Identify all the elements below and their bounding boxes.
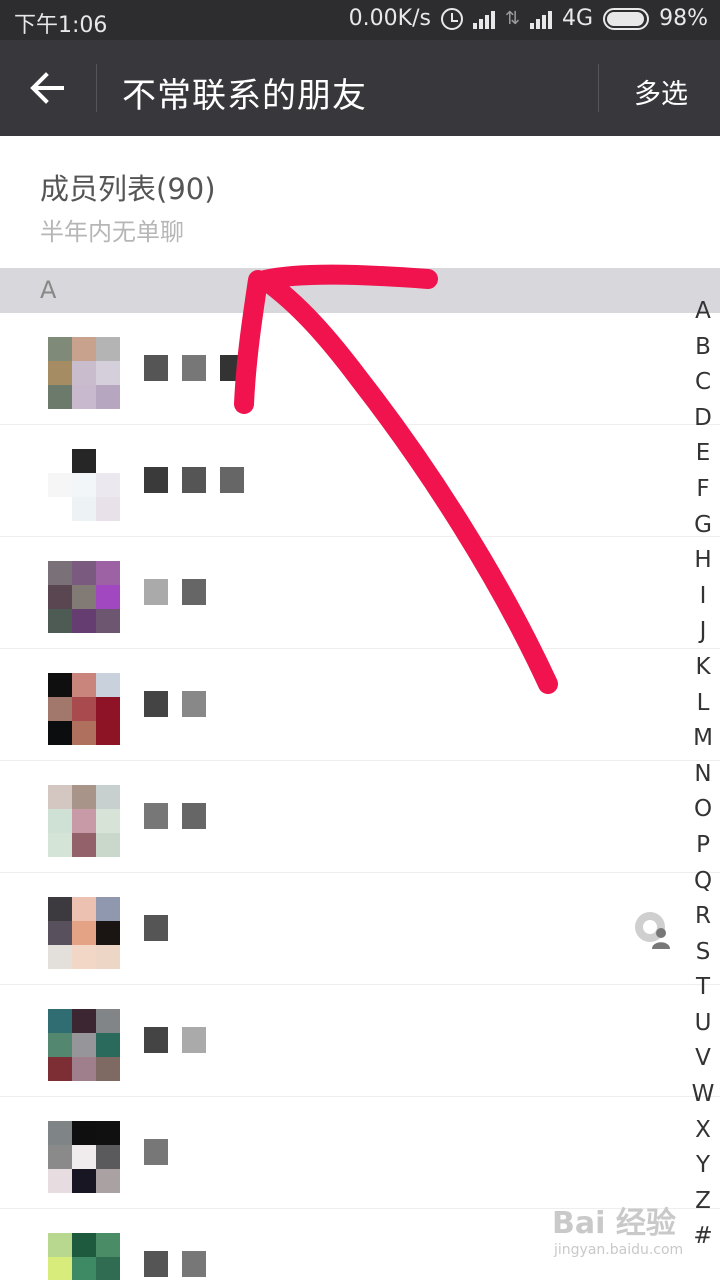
- section-header: A: [0, 268, 720, 313]
- contact-name-redacted: [144, 803, 206, 829]
- battery-percent: 98%: [659, 6, 708, 31]
- avatar: [48, 1233, 120, 1280]
- index-letter[interactable]: G: [686, 508, 720, 544]
- avatar: [48, 561, 120, 633]
- index-letter[interactable]: U: [686, 1006, 720, 1042]
- alarm-icon: [440, 7, 463, 30]
- contact-row[interactable]: [0, 313, 720, 425]
- person-camera-icon: [635, 912, 670, 949]
- status-time: 下午1:06: [14, 13, 108, 38]
- status-right: 0.00K/s ⇅ 4G 98%: [349, 6, 708, 31]
- contact-row[interactable]: [0, 985, 720, 1097]
- index-letter[interactable]: Z: [686, 1184, 720, 1220]
- index-letter[interactable]: Q: [686, 864, 720, 900]
- index-letter[interactable]: N: [686, 757, 720, 793]
- avatar: [48, 785, 120, 857]
- multi-select-button[interactable]: 多选: [634, 72, 688, 111]
- contact-row[interactable]: [0, 761, 720, 873]
- index-letter[interactable]: J: [686, 614, 720, 650]
- index-letter[interactable]: B: [686, 330, 720, 366]
- watermark-logo: Bai 经验: [552, 1206, 676, 1241]
- index-letter[interactable]: A: [686, 294, 720, 330]
- network-speed: 0.00K/s: [348, 6, 431, 31]
- avatar: [48, 337, 120, 409]
- avatar: [48, 897, 120, 969]
- avatar: [48, 1121, 120, 1193]
- page-title: 不常联系的朋友: [122, 76, 367, 116]
- alphabet-index[interactable]: A B C D E F G H I J K L M N O P Q R S T U V W X Y Z #: [686, 294, 720, 1255]
- contact-name-redacted: [144, 579, 206, 605]
- title-divider: [96, 64, 97, 112]
- signal-icon: [472, 9, 495, 29]
- index-letter[interactable]: L: [686, 686, 720, 722]
- index-letter[interactable]: T: [686, 970, 720, 1006]
- index-letter[interactable]: M: [686, 721, 720, 757]
- index-letter[interactable]: W: [686, 1077, 720, 1113]
- status-bar: 下午1:06 0.00K/s ⇅ 4G 98%: [0, 0, 720, 40]
- index-letter[interactable]: R: [686, 899, 720, 935]
- contact-name-redacted: [144, 355, 244, 381]
- battery-icon: [603, 7, 650, 30]
- index-letter[interactable]: #: [686, 1219, 720, 1255]
- member-list-header: 成员列表(90) 半年内无单聊: [0, 136, 720, 268]
- index-letter[interactable]: Y: [686, 1148, 720, 1184]
- index-letter[interactable]: D: [686, 401, 720, 437]
- index-letter[interactable]: V: [686, 1041, 720, 1077]
- title-divider-right: [598, 64, 599, 112]
- contact-row[interactable]: [0, 873, 720, 985]
- index-letter[interactable]: F: [686, 472, 720, 508]
- baidu-watermark: Bai 经验 jingyan.baidu.com: [552, 1198, 683, 1258]
- contact-name-redacted: [144, 467, 244, 493]
- avatar: [48, 449, 120, 521]
- contact-row[interactable]: [0, 1097, 720, 1209]
- index-letter[interactable]: P: [686, 828, 720, 864]
- contact-row[interactable]: [0, 649, 720, 761]
- section-letter: A: [40, 276, 57, 304]
- watermark-url: jingyan.baidu.com: [554, 1242, 684, 1258]
- contact-row[interactable]: [0, 537, 720, 649]
- index-letter[interactable]: K: [686, 650, 720, 686]
- member-list-title: 成员列表(90): [40, 172, 216, 206]
- avatar: [48, 1009, 120, 1081]
- index-letter[interactable]: H: [686, 543, 720, 579]
- index-letter[interactable]: S: [686, 935, 720, 971]
- data-transfer-icon: ⇅: [504, 8, 521, 29]
- index-letter[interactable]: O: [686, 792, 720, 828]
- network-type: 4G: [562, 6, 594, 31]
- contact-row[interactable]: [0, 425, 720, 537]
- member-list-subtitle: 半年内无单聊: [40, 218, 184, 246]
- index-letter[interactable]: I: [686, 579, 720, 615]
- index-letter[interactable]: E: [686, 436, 720, 472]
- contact-name-redacted: [144, 1251, 206, 1277]
- contact-name-redacted: [144, 1027, 206, 1053]
- avatar: [48, 673, 120, 745]
- signal-icon-2: [530, 9, 553, 29]
- index-letter[interactable]: X: [686, 1113, 720, 1149]
- title-bar: 不常联系的朋友 多选: [0, 40, 720, 136]
- contact-name-redacted: [144, 691, 206, 717]
- contact-name-redacted: [144, 915, 168, 941]
- contact-list: [0, 313, 720, 1280]
- index-letter[interactable]: C: [686, 365, 720, 401]
- arrow-left-icon[interactable]: [28, 68, 68, 108]
- contact-name-redacted: [144, 1139, 168, 1165]
